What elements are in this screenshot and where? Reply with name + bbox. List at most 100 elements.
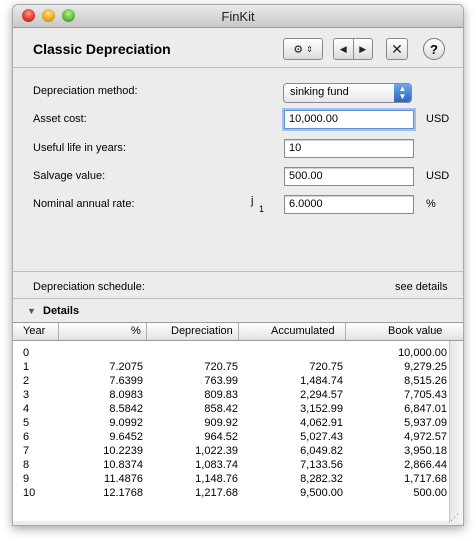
divider bbox=[13, 298, 463, 299]
table-scrollbar[interactable] bbox=[449, 341, 463, 523]
action-menu-button[interactable]: ⚙ ⇕ bbox=[283, 38, 323, 60]
cell-depreciation: 1,022.39 bbox=[195, 445, 238, 457]
cell-year: 10 bbox=[23, 487, 36, 499]
cost-label: Asset cost: bbox=[33, 113, 87, 125]
cell-book-value: 9,279.25 bbox=[404, 361, 447, 373]
col-header-accumulated[interactable]: Accumulated bbox=[271, 325, 335, 337]
rate-field[interactable]: 6.0000 bbox=[284, 195, 414, 214]
finkit-window: FinKit Classic Depreciation ⚙ ⇕ ◀ ▶ ✕ ? … bbox=[12, 4, 464, 526]
col-header-depreciation[interactable]: Depreciation bbox=[171, 325, 233, 337]
cell-book-value: 6,847.01 bbox=[404, 403, 447, 415]
cell-accumulated: 7,133.56 bbox=[300, 459, 343, 471]
col-header-year[interactable]: Year bbox=[23, 325, 45, 337]
salvage-label: Salvage value: bbox=[33, 170, 106, 182]
cell-percent: 9.6452 bbox=[109, 431, 143, 443]
details-label: Details bbox=[43, 305, 80, 317]
cell-depreciation: 763.99 bbox=[204, 375, 238, 387]
table-row[interactable]: 8 10.8374 1,083.74 7,133.56 2,866.44 bbox=[13, 459, 463, 472]
table-row[interactable]: 7 10.2239 1,022.39 6,049.82 3,950.18 bbox=[13, 445, 463, 458]
cell-accumulated: 8,282.32 bbox=[300, 473, 343, 485]
column-separator bbox=[146, 323, 147, 340]
table-row[interactable]: 3 8.0983 809.83 2,294.57 7,705.43 bbox=[13, 389, 463, 402]
table-row[interactable]: 6 9.6452 964.52 5,027.43 4,972.57 bbox=[13, 431, 463, 444]
cell-percent: 7.2075 bbox=[109, 361, 143, 373]
cell-year: 5 bbox=[23, 417, 30, 429]
table-row[interactable]: 1 7.2075 720.75 720.75 9,279.25 bbox=[13, 361, 463, 374]
cell-percent: 9.0992 bbox=[109, 417, 143, 429]
cell-book-value: 1,717.68 bbox=[404, 473, 447, 485]
cell-year: 9 bbox=[23, 473, 30, 485]
cost-field[interactable]: 10,000.00 bbox=[284, 110, 414, 129]
cell-year: 0 bbox=[23, 347, 30, 359]
rate-symbol: j bbox=[251, 195, 254, 207]
cell-accumulated: 5,027.43 bbox=[300, 431, 343, 443]
cell-year: 3 bbox=[23, 389, 30, 401]
table-row[interactable]: 5 9.0992 909.92 4,062.91 5,937.09 bbox=[13, 417, 463, 430]
cell-accumulated: 9,500.00 bbox=[300, 487, 343, 499]
cell-percent: 8.5842 bbox=[109, 403, 143, 415]
cell-depreciation: 858.42 bbox=[204, 403, 238, 415]
chevron-updown-icon: ⇕ bbox=[306, 44, 313, 54]
cell-accumulated: 6,049.82 bbox=[300, 445, 343, 457]
rate-label: Nominal annual rate: bbox=[33, 198, 135, 210]
window-title: FinKit bbox=[221, 9, 255, 24]
title-bar[interactable]: FinKit bbox=[13, 5, 463, 28]
cell-accumulated: 3,152.99 bbox=[300, 403, 343, 415]
cost-unit: USD bbox=[426, 113, 450, 125]
rate-unit: % bbox=[426, 198, 436, 210]
method-label: Depreciation method: bbox=[33, 85, 138, 97]
method-popup[interactable]: sinking fund ▲ ▼ bbox=[283, 83, 412, 103]
right-arrow-icon[interactable]: ▶ bbox=[354, 44, 373, 55]
cell-year: 8 bbox=[23, 459, 30, 471]
rate-subscript: 1 bbox=[259, 204, 265, 214]
col-header-book-value[interactable]: Book value bbox=[388, 325, 442, 337]
cell-book-value: 7,705.43 bbox=[404, 389, 447, 401]
left-arrow-icon[interactable]: ◀ bbox=[334, 44, 353, 55]
cell-book-value: 8,515.26 bbox=[404, 375, 447, 387]
cell-year: 6 bbox=[23, 431, 30, 443]
table-row[interactable]: 4 8.5842 858.42 3,152.99 6,847.01 bbox=[13, 403, 463, 416]
column-separator bbox=[238, 323, 239, 340]
cell-depreciation: 809.83 bbox=[204, 389, 238, 401]
cell-percent: 8.0983 bbox=[109, 389, 143, 401]
column-separator bbox=[58, 323, 59, 340]
cell-book-value: 500.00 bbox=[413, 487, 447, 499]
cell-percent: 10.8374 bbox=[103, 459, 143, 471]
cell-accumulated: 2,294.57 bbox=[300, 389, 343, 401]
close-icon[interactable]: ✕ bbox=[386, 38, 408, 60]
cell-book-value: 3,950.18 bbox=[404, 445, 447, 457]
cell-accumulated: 4,062.91 bbox=[300, 417, 343, 429]
cell-book-value: 2,866.44 bbox=[404, 459, 447, 471]
cell-percent: 11.4876 bbox=[104, 473, 143, 485]
cell-book-value: 10,000.00 bbox=[398, 347, 447, 359]
cell-accumulated: 720.75 bbox=[309, 361, 343, 373]
disclosure-triangle-icon[interactable]: ▼ bbox=[27, 306, 36, 316]
col-header-percent[interactable]: % bbox=[131, 325, 141, 337]
schedule-label: Depreciation schedule: bbox=[33, 281, 145, 293]
see-details-link[interactable]: see details bbox=[395, 281, 448, 293]
navigation-buttons: ◀ ▶ bbox=[333, 38, 373, 60]
salvage-field[interactable]: 500.00 bbox=[284, 167, 414, 186]
gear-icon: ⚙ bbox=[293, 43, 304, 56]
cell-book-value: 4,972.57 bbox=[404, 431, 447, 443]
table-row[interactable]: 10 12.1768 1,217.68 9,500.00 500.00 bbox=[13, 487, 463, 500]
salvage-unit: USD bbox=[426, 170, 450, 182]
cell-depreciation: 1,217.68 bbox=[195, 487, 238, 499]
cell-percent: 10.2239 bbox=[103, 445, 143, 457]
life-field[interactable]: 10 bbox=[284, 139, 414, 158]
cell-year: 1 bbox=[23, 361, 30, 373]
table-row[interactable]: 2 7.6399 763.99 1,484.74 8,515.26 bbox=[13, 375, 463, 388]
cell-year: 2 bbox=[23, 375, 30, 387]
help-button[interactable]: ? bbox=[423, 38, 445, 60]
resize-grip-icon[interactable]: ⋰ bbox=[450, 512, 459, 523]
life-label: Useful life in years: bbox=[33, 142, 126, 154]
cell-depreciation: 720.75 bbox=[204, 361, 238, 373]
table-header: Year % Depreciation Accumulated Book val… bbox=[13, 322, 463, 341]
table-row[interactable]: 9 11.4876 1,148.76 8,282.32 1,717.68 bbox=[13, 473, 463, 486]
cell-percent: 12.1768 bbox=[103, 487, 143, 499]
cell-year: 7 bbox=[23, 445, 30, 457]
cell-depreciation: 1,083.74 bbox=[195, 459, 238, 471]
popup-arrows-icon: ▲ ▼ bbox=[394, 84, 411, 102]
cell-year: 4 bbox=[23, 403, 30, 415]
table-row[interactable]: 0 10,000.00 bbox=[13, 347, 463, 360]
